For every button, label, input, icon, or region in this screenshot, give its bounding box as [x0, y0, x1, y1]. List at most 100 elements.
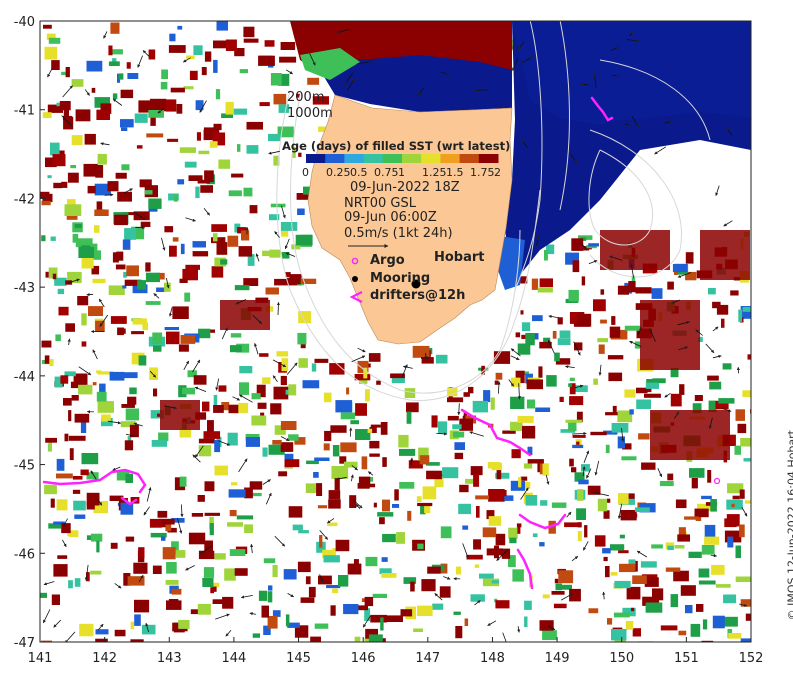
- sst-pixel: [618, 550, 629, 554]
- sst-pixel: [502, 430, 516, 434]
- sst-pixel: [667, 281, 674, 290]
- sst-pixel: [673, 570, 689, 582]
- argo-legend-label: Argo: [370, 253, 405, 268]
- sst-pixel: [262, 377, 271, 384]
- sst-pixel: [80, 469, 89, 476]
- sst-pixel: [52, 273, 57, 280]
- sst-pixel: [368, 353, 381, 362]
- sst-pixel: [734, 445, 741, 455]
- sst-pixel: [172, 306, 189, 319]
- sst-pixel: [162, 547, 176, 560]
- sst-pixel: [330, 605, 336, 616]
- sst-pixel: [610, 572, 618, 576]
- sst-pixel: [218, 159, 231, 169]
- sst-pixel: [52, 154, 66, 167]
- sst-pixel: [63, 398, 72, 406]
- sst-pixel: [40, 592, 47, 598]
- drifters-legend-label: drifters@12h: [370, 288, 466, 303]
- sst-pixel: [115, 172, 127, 179]
- sst-pixel: [607, 618, 613, 625]
- sst-pixel: [241, 230, 250, 241]
- sst-pixel: [273, 93, 287, 105]
- sst-pixel: [370, 424, 381, 428]
- sst-pixel: [576, 441, 580, 445]
- sst-pixel: [72, 489, 81, 494]
- sst-pixel: [215, 89, 221, 100]
- sst-pixel: [522, 425, 536, 439]
- sst-pixel: [735, 576, 751, 582]
- sst-pixel: [213, 405, 224, 413]
- sst-pixel: [410, 581, 415, 592]
- sst-pixel: [153, 345, 162, 352]
- sst-pixel: [364, 596, 374, 607]
- sst-pixel: [311, 363, 317, 372]
- sst-pixel: [78, 246, 94, 258]
- sst-pixel: [169, 33, 176, 42]
- sst-pixel: [323, 392, 332, 403]
- sst-pixel: [442, 467, 459, 479]
- sst-pixel: [74, 514, 86, 519]
- sst-pixel: [288, 384, 297, 396]
- sst-pixel: [462, 525, 469, 530]
- sst-pixel: [213, 59, 218, 73]
- sst-pixel: [263, 558, 276, 564]
- current-arrow: [276, 301, 280, 316]
- sst-pixel: [146, 133, 164, 138]
- sst-pixel: [574, 342, 583, 351]
- sst-pixel: [58, 306, 69, 316]
- sst-pixel: [479, 573, 494, 579]
- sst-pixel: [688, 551, 702, 558]
- sst-pixel: [473, 539, 481, 550]
- sst-pixel: [44, 46, 58, 60]
- sst-pixel: [732, 495, 740, 500]
- sst-pixel: [200, 185, 213, 193]
- sst-pixel: [96, 370, 102, 374]
- sst-pixel: [91, 87, 96, 93]
- sst-pixel: [470, 466, 483, 476]
- sst-pixel: [50, 498, 55, 508]
- sst-pixel: [712, 301, 721, 309]
- sst-pixel: [735, 545, 741, 559]
- sst-pixel: [237, 144, 241, 152]
- sst-pixel: [517, 416, 534, 423]
- sst-pixel: [465, 478, 474, 484]
- sst-pixel: [316, 483, 323, 496]
- colorbar-title: Age (days) of filled SST (wrt latest): [282, 139, 511, 153]
- sst-pixel: [565, 419, 583, 423]
- sst-pixel: [77, 296, 89, 306]
- sst-pixel: [641, 462, 656, 470]
- sst-pixel: [632, 628, 641, 637]
- sst-pixel: [114, 214, 128, 226]
- sst-pixel: [572, 434, 586, 438]
- sst-pixel: [557, 317, 563, 325]
- sst-pixel: [572, 260, 580, 273]
- sst-pixel: [65, 323, 75, 332]
- colorbar-tick: 0.25: [326, 166, 351, 179]
- colorbar-tick: 1.25: [422, 166, 447, 179]
- sst-pixel: [70, 165, 76, 169]
- sst-pixel: [509, 537, 517, 544]
- sst-pixel: [346, 387, 350, 395]
- sst-pixel: [314, 457, 330, 461]
- sst-pixel: [453, 611, 461, 615]
- sst-pixel: [94, 209, 109, 216]
- sst-pixel: [636, 399, 651, 409]
- sst-pixel: [177, 25, 183, 30]
- sst-pixel: [740, 437, 751, 447]
- sst-pixel: [318, 575, 332, 585]
- sst-pixel: [685, 252, 694, 264]
- time-label: 09-Jun 06:00Z: [344, 210, 437, 225]
- x-tick-label: 141: [28, 651, 53, 666]
- sst-pixel: [225, 101, 234, 115]
- sst-pixel: [122, 239, 131, 250]
- sst-pixel: [298, 530, 309, 534]
- isobath-1000-label: 1000m: [287, 106, 333, 121]
- sst-pixel: [640, 561, 657, 568]
- sst-pixel: [129, 387, 137, 395]
- sst-pixel: [96, 540, 100, 553]
- sst-pixel: [61, 71, 66, 76]
- sst-pixel: [186, 55, 195, 60]
- sst-pixel: [466, 554, 483, 560]
- x-tick-label: 144: [221, 651, 246, 666]
- sst-pixel: [297, 332, 307, 345]
